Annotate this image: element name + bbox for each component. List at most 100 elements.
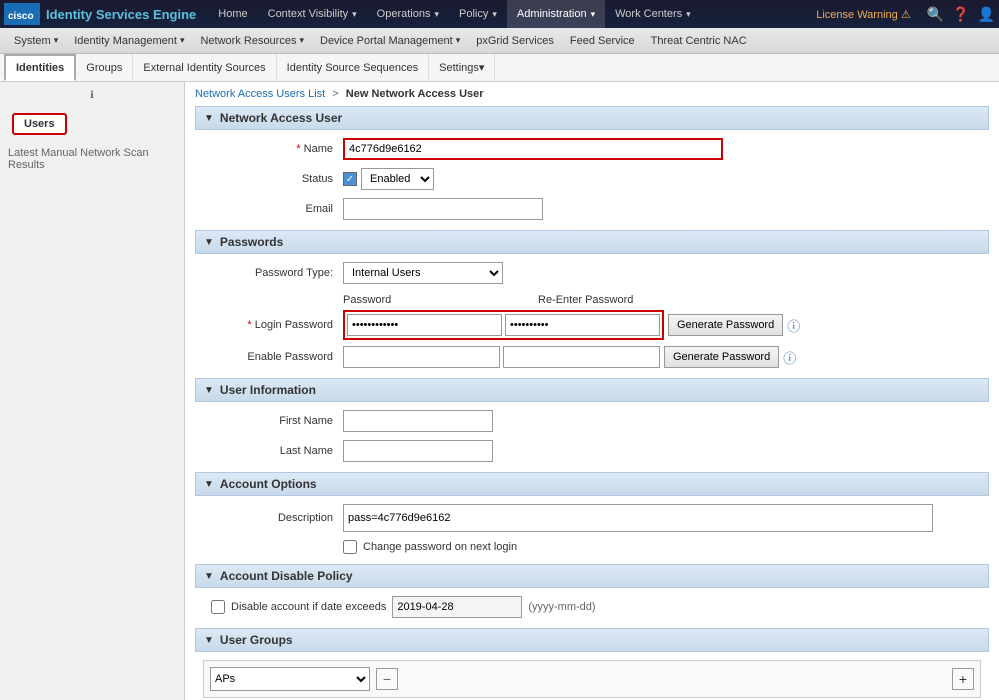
login-password-reenter-input[interactable] xyxy=(505,314,660,336)
disable-account-label: Disable account if date exceeds xyxy=(231,601,386,613)
disable-date-format: (yyyy-mm-dd) xyxy=(528,601,595,613)
nav-feed-service[interactable]: Feed Service xyxy=(562,28,643,53)
cisco-logo: cisco xyxy=(4,3,40,25)
main-nav: Home Context Visibility▾ Operations▾ Pol… xyxy=(208,0,816,28)
groups-row: APs − + xyxy=(210,667,974,691)
content-area: Network Access Users List > New Network … xyxy=(185,82,999,700)
groups-minus-button[interactable]: − xyxy=(376,668,398,690)
account-disable-header[interactable]: ▼ Account Disable Policy xyxy=(195,564,989,588)
tab-groups[interactable]: Groups xyxy=(76,54,133,81)
main-layout: ℹ Users Latest Manual Network Scan Resul… xyxy=(0,82,999,700)
user-information-section: ▼ User Information First Name Last Name xyxy=(195,378,989,462)
email-input[interactable] xyxy=(343,198,543,220)
collapse-icon: ▼ xyxy=(204,113,214,124)
nav-pxgrid[interactable]: pxGrid Services xyxy=(468,28,562,53)
status-select[interactable]: Enabled Disabled xyxy=(361,168,434,190)
search-icon[interactable]: 🔍 xyxy=(927,6,944,23)
last-name-row: Last Name xyxy=(195,440,989,462)
second-nav-bar: System▾ Identity Management▾ Network Res… xyxy=(0,28,999,54)
breadcrumb-list-link[interactable]: Network Access Users List xyxy=(195,88,325,100)
user-icon[interactable]: 👤 xyxy=(978,6,995,23)
first-name-label: First Name xyxy=(203,415,343,427)
generate-password-button-enable[interactable]: Generate Password xyxy=(664,346,779,368)
enable-password-input[interactable] xyxy=(343,346,500,368)
description-input[interactable] xyxy=(343,504,933,532)
generate-password-button-login[interactable]: Generate Password xyxy=(668,314,783,336)
nav-identity-management[interactable]: Identity Management▾ xyxy=(66,28,192,53)
disable-date-input[interactable] xyxy=(392,596,522,618)
password-type-row: Password Type: Internal Users External xyxy=(195,262,989,284)
change-pw-row: Change password on next login xyxy=(195,540,989,554)
password-col-headers: Password Re-Enter Password xyxy=(195,294,989,306)
info-icon-enable[interactable]: ⓘ xyxy=(783,348,796,367)
collapse-disable-icon: ▼ xyxy=(204,571,214,582)
nav-device-portal[interactable]: Device Portal Management▾ xyxy=(312,28,468,53)
section-title-passwords: Passwords xyxy=(220,235,283,249)
tab-settings[interactable]: Settings ▾ xyxy=(429,54,495,81)
breadcrumb-separator: > xyxy=(332,88,338,100)
collapse-passwords-icon: ▼ xyxy=(204,237,214,248)
breadcrumb-current: New Network Access User xyxy=(346,88,484,100)
tab-identities[interactable]: Identities xyxy=(4,54,76,81)
first-name-input[interactable] xyxy=(343,410,493,432)
password-col-header-1: Password xyxy=(343,294,538,306)
name-input[interactable] xyxy=(343,138,723,160)
change-password-label: Change password on next login xyxy=(363,541,517,553)
nav-context-visibility[interactable]: Context Visibility▾ xyxy=(258,0,367,28)
user-groups-header[interactable]: ▼ User Groups xyxy=(195,628,989,652)
name-row: * Name xyxy=(195,138,989,160)
login-password-input[interactable] xyxy=(347,314,502,336)
account-options-header[interactable]: ▼ Account Options xyxy=(195,472,989,496)
help-icon[interactable]: ❓ xyxy=(952,6,969,23)
password-type-select[interactable]: Internal Users External xyxy=(343,262,503,284)
section-title-disable: Account Disable Policy xyxy=(220,569,353,583)
nav-system[interactable]: System▾ xyxy=(6,28,66,53)
password-type-label: Password Type: xyxy=(203,267,343,279)
status-enabled: ✓ Enabled Disabled xyxy=(343,168,434,190)
nav-threat-centric[interactable]: Threat Centric NAC xyxy=(643,28,755,53)
passwords-header[interactable]: ▼ Passwords xyxy=(195,230,989,254)
status-row: Status ✓ Enabled Disabled xyxy=(195,168,989,190)
section-title-account: Account Options xyxy=(220,477,317,491)
top-nav-bar: cisco Identity Services Engine Home Cont… xyxy=(0,0,999,28)
passwords-section: ▼ Passwords Password Type: Internal User… xyxy=(195,230,989,368)
first-name-row: First Name xyxy=(195,410,989,432)
tab-identity-source-sequences[interactable]: Identity Source Sequences xyxy=(277,54,429,81)
nav-operations[interactable]: Operations▾ xyxy=(367,0,449,28)
user-info-header[interactable]: ▼ User Information xyxy=(195,378,989,402)
login-password-row: * Login Password Generate Password ⓘ xyxy=(195,310,989,340)
collapse-userinfo-icon: ▼ xyxy=(204,385,214,396)
nav-policy[interactable]: Policy▾ xyxy=(449,0,507,28)
description-row: Description xyxy=(195,504,989,532)
change-password-checkbox[interactable] xyxy=(343,540,357,554)
login-password-group xyxy=(343,310,664,340)
name-label: * Name xyxy=(203,143,343,155)
groups-plus-button[interactable]: + xyxy=(952,668,974,690)
collapse-groups-icon: ▼ xyxy=(204,635,214,646)
nav-right: License Warning ⚠ 🔍 ❓ 👤 xyxy=(816,6,995,23)
email-row: Email xyxy=(195,198,989,220)
nav-work-centers[interactable]: Work Centers▾ xyxy=(605,0,701,28)
breadcrumb: Network Access Users List > New Network … xyxy=(185,82,999,106)
users-button[interactable]: Users xyxy=(12,113,67,135)
disable-account-checkbox[interactable] xyxy=(211,600,225,614)
tab-external-identity[interactable]: External Identity Sources xyxy=(133,54,276,81)
password-col-header-2: Re-Enter Password xyxy=(538,294,633,306)
license-warning[interactable]: License Warning ⚠ xyxy=(816,8,910,21)
last-name-input[interactable] xyxy=(343,440,493,462)
nav-home[interactable]: Home xyxy=(208,0,257,28)
groups-select[interactable]: APs xyxy=(210,667,370,691)
nav-network-resources[interactable]: Network Resources▾ xyxy=(192,28,312,53)
status-checkbox[interactable]: ✓ xyxy=(343,172,357,186)
enable-password-reenter-input[interactable] xyxy=(503,346,660,368)
svg-text:cisco: cisco xyxy=(8,11,34,22)
section-title-groups: User Groups xyxy=(220,633,293,647)
disable-account-row: Disable account if date exceeds (yyyy-mm… xyxy=(195,596,989,618)
info-icon-login[interactable]: ⓘ xyxy=(787,316,800,335)
nav-administration[interactable]: Administration▾ xyxy=(507,0,605,28)
network-access-user-header[interactable]: ▼ Network Access User xyxy=(195,106,989,130)
network-access-user-section: ▼ Network Access User * Name Status ✓ En… xyxy=(195,106,989,220)
tab-bar: Identities Groups External Identity Sour… xyxy=(0,54,999,82)
latest-scan-link[interactable]: Latest Manual Network Scan Results xyxy=(0,143,184,175)
user-groups-section: ▼ User Groups APs − + xyxy=(195,628,989,698)
